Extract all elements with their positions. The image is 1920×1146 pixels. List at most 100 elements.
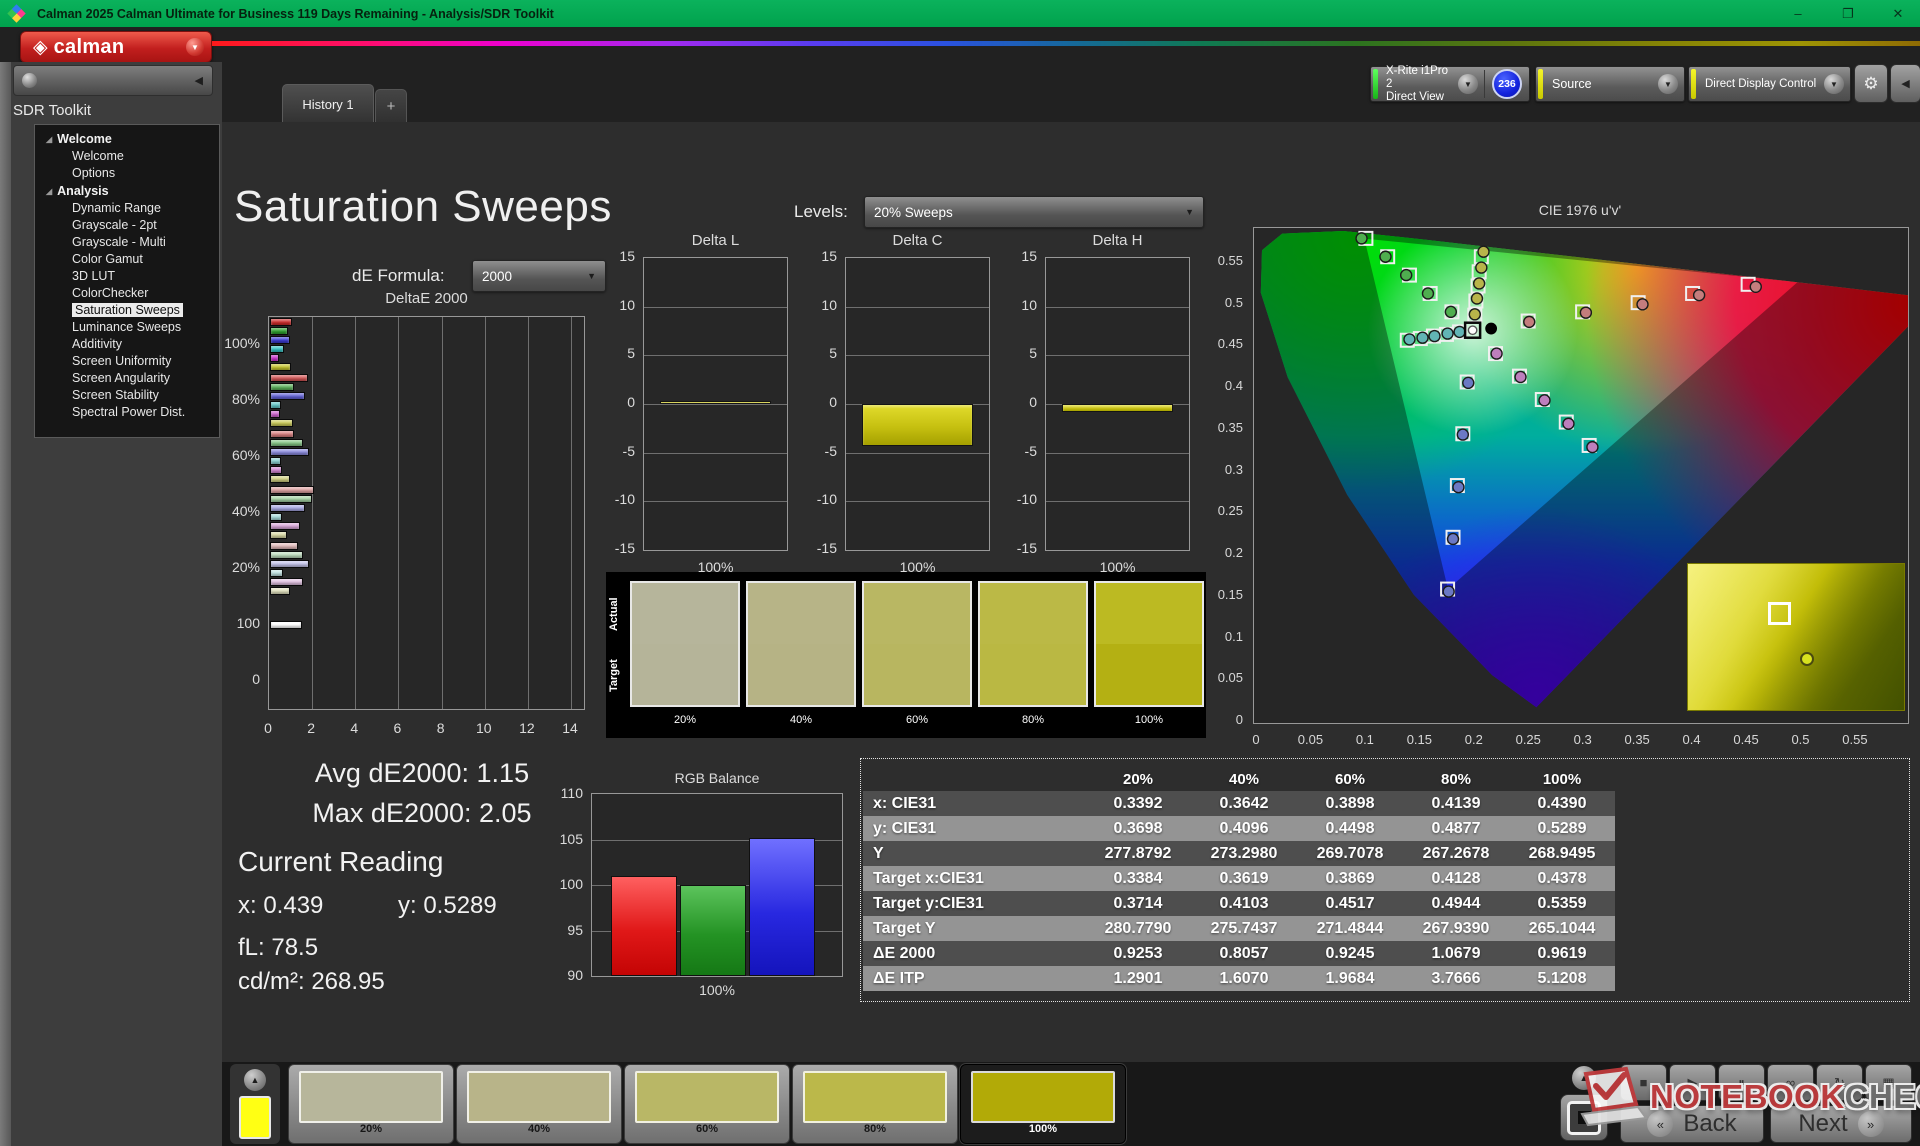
deltae-bar bbox=[270, 531, 288, 539]
swatch-100 bbox=[1094, 581, 1204, 707]
sidebar-item-grayscale-2pt[interactable]: Grayscale - 2pt bbox=[35, 217, 219, 234]
max-de2000: Max dE2000: 2.05 bbox=[312, 798, 532, 828]
delta-h-y-axis: 15 10 5 0 -5 -10 -15 bbox=[1016, 248, 1037, 556]
rgb-bar-green bbox=[680, 885, 746, 976]
grid-button[interactable]: ▦ bbox=[1865, 1064, 1912, 1101]
pattern-color-selector[interactable]: ▲ bbox=[230, 1064, 280, 1144]
stop-button[interactable]: ■ bbox=[1620, 1064, 1667, 1101]
deltae-bar bbox=[270, 448, 309, 456]
pause-button[interactable]: ⏸ bbox=[1718, 1064, 1765, 1101]
sidebar-item-colorchecker[interactable]: ColorChecker bbox=[35, 285, 219, 302]
chevron-down-icon: ▼ bbox=[1458, 74, 1478, 94]
table-row-y-cie31[interactable]: y: CIE31 0.3698 0.4096 0.4498 0.4877 0.5289 bbox=[863, 816, 1615, 841]
play-button[interactable]: ▶ bbox=[1669, 1064, 1716, 1101]
tab-history-1[interactable]: History 1 bbox=[282, 84, 374, 123]
table-row-y[interactable]: Y 277.8792 273.2980 269.7078 267.2678 268.949… bbox=[863, 841, 1615, 866]
table-row-target-x-cie31[interactable]: Target x:CIE31 0.3384 0.3619 0.3869 0.4128 0.… bbox=[863, 866, 1615, 891]
deltae-bar bbox=[270, 410, 280, 418]
sidebar-item-screen-stability[interactable]: Screen Stability bbox=[35, 387, 219, 404]
page-title: Saturation Sweeps bbox=[234, 182, 612, 231]
sidebar-item-screen-angularity[interactable]: Screen Angularity bbox=[35, 370, 219, 387]
cie-zoom-inset bbox=[1687, 563, 1905, 711]
expander-icon[interactable]: ◢ bbox=[46, 187, 52, 196]
rgb-y-axis: 110 105 100 95 90 bbox=[559, 785, 583, 983]
sidebar-item-spectral-power-dist[interactable]: Spectral Power Dist. bbox=[35, 404, 219, 421]
deltae-group-80 bbox=[270, 374, 308, 428]
maximize-button[interactable]: ❐ bbox=[1828, 0, 1868, 27]
deltae-bar bbox=[270, 327, 289, 335]
deltae-bar bbox=[270, 318, 292, 326]
table-row-target-y-cie31[interactable]: Target y:CIE31 0.3714 0.4103 0.4517 0.4944 0.… bbox=[863, 891, 1615, 916]
minimize-button[interactable]: – bbox=[1778, 0, 1818, 27]
expander-icon[interactable]: ◢ bbox=[46, 135, 52, 144]
next-button[interactable]: Next » bbox=[1770, 1105, 1912, 1143]
deltae-bar bbox=[270, 430, 294, 438]
tree-section-analysis[interactable]: ◢ Analysis bbox=[35, 182, 219, 200]
source-status-accent bbox=[1538, 69, 1543, 99]
flyout-up-icon[interactable]: ▲ bbox=[1572, 1066, 1596, 1090]
sidebar-header-bar[interactable]: ◀ bbox=[13, 65, 213, 96]
dl-bar bbox=[659, 400, 772, 404]
sidebar-item-options[interactable]: Options bbox=[35, 165, 219, 182]
table-row-e-2000[interactable]: ΔE 2000 0.9253 0.8057 0.9245 1.0679 0.9619 bbox=[863, 941, 1615, 966]
delta-c-y-axis: 15 10 5 0 -5 -10 -15 bbox=[816, 248, 837, 556]
display-control-select[interactable]: Direct Display Control ▼ bbox=[1688, 66, 1851, 102]
source-select[interactable]: Source ▼ bbox=[1535, 66, 1685, 102]
tree-section-welcome[interactable]: ◢ Welcome bbox=[35, 130, 219, 148]
transport-side-column: ▲ bbox=[1556, 1064, 1612, 1144]
add-tab-button[interactable]: + bbox=[375, 89, 407, 123]
table-row-x-cie31[interactable]: x: CIE31 0.3392 0.3642 0.3898 0.4139 0.4390 bbox=[863, 791, 1615, 816]
deltae-group-100 bbox=[270, 620, 303, 630]
meter-select[interactable]: X-Rite i1Pro 2 Direct View ▼ 236 bbox=[1370, 65, 1530, 103]
pattern-bar: ▲ 20% 40% 60% 80% 100% ▲ ■ ▶ ⏸ ∞ ↻ ▦ « Back Next … bbox=[222, 1062, 1920, 1146]
main-content: Saturation Sweeps Levels: 20% Sweeps ▼ d… bbox=[222, 122, 1920, 1062]
levels-value: 20% Sweeps bbox=[874, 204, 953, 220]
sidebar-item-dynamic-range[interactable]: Dynamic Range bbox=[35, 200, 219, 217]
table-row-e-itp[interactable]: ΔE ITP 1.2901 1.6070 1.9684 3.7666 5.1208 bbox=[863, 966, 1615, 991]
sidebar-edge-strip bbox=[0, 62, 11, 1146]
gear-icon[interactable]: ⚙ bbox=[1854, 64, 1888, 103]
sidebar-item-luminance-sweeps[interactable]: Luminance Sweeps bbox=[35, 319, 219, 336]
dc-bar bbox=[861, 404, 974, 446]
deltae-group-60 bbox=[270, 430, 309, 484]
sidebar-bullet-icon bbox=[22, 73, 37, 88]
deltae-bar bbox=[270, 374, 308, 382]
pattern-tile-40[interactable]: 40% bbox=[456, 1064, 622, 1144]
sidebar-item-color-gamut[interactable]: Color Gamut bbox=[35, 251, 219, 268]
flyout-up-icon[interactable]: ▲ bbox=[244, 1069, 266, 1091]
deltae-bar bbox=[270, 551, 304, 559]
deltae-bar bbox=[270, 475, 290, 483]
deltae-group-40 bbox=[270, 486, 315, 540]
deltae-y-axis: 100% 80% 60% 40% 20% 100 0 bbox=[224, 335, 260, 687]
actual-row-label: Actual bbox=[608, 597, 620, 631]
refresh-button[interactable]: ↻ bbox=[1816, 1064, 1863, 1101]
calman-menu-button[interactable]: ◈ calman ▼ bbox=[20, 31, 212, 63]
deltae-chart bbox=[268, 316, 585, 710]
sidebar-item-welcome[interactable]: Welcome bbox=[35, 148, 219, 165]
collapse-panel-button[interactable]: ◀ bbox=[1890, 64, 1920, 103]
pattern-tile-100[interactable]: 100% bbox=[960, 1064, 1126, 1144]
table-row-target-y[interactable]: Target Y 280.7790 275.7437 271.4844 267.9390… bbox=[863, 916, 1615, 941]
deltae-bar bbox=[270, 363, 291, 371]
delta-l-chart bbox=[643, 257, 788, 551]
spectrum-strip bbox=[212, 41, 1920, 46]
formula-value: 2000 bbox=[482, 268, 513, 284]
pattern-tile-60[interactable]: 60% bbox=[624, 1064, 790, 1144]
deltae-bar bbox=[270, 439, 304, 447]
sidebar-item-3d-lut[interactable]: 3D LUT bbox=[35, 268, 219, 285]
collapse-left-icon[interactable]: ◀ bbox=[195, 74, 203, 87]
back-button[interactable]: « Back bbox=[1620, 1105, 1764, 1143]
sidebar-item-saturation-sweeps[interactable]: Saturation Sweeps bbox=[35, 302, 219, 319]
pattern-tile-80[interactable]: 80% bbox=[792, 1064, 958, 1144]
pattern-color-swatch[interactable] bbox=[239, 1096, 271, 1139]
stop-measure-button[interactable] bbox=[1560, 1094, 1608, 1141]
sidebar-item-additivity[interactable]: Additivity bbox=[35, 336, 219, 353]
formula-select[interactable]: 2000 ▼ bbox=[472, 260, 606, 292]
close-button[interactable]: ✕ bbox=[1878, 0, 1918, 27]
pattern-tile-20[interactable]: 20% bbox=[288, 1064, 454, 1144]
levels-select[interactable]: 20% Sweeps ▼ bbox=[864, 196, 1204, 228]
current-cdm2: cd/m²: 268.95 bbox=[238, 968, 385, 995]
continuous-button[interactable]: ∞ bbox=[1767, 1064, 1814, 1101]
sidebar-item-screen-uniformity[interactable]: Screen Uniformity bbox=[35, 353, 219, 370]
sidebar-item-grayscale-multi[interactable]: Grayscale - Multi bbox=[35, 234, 219, 251]
